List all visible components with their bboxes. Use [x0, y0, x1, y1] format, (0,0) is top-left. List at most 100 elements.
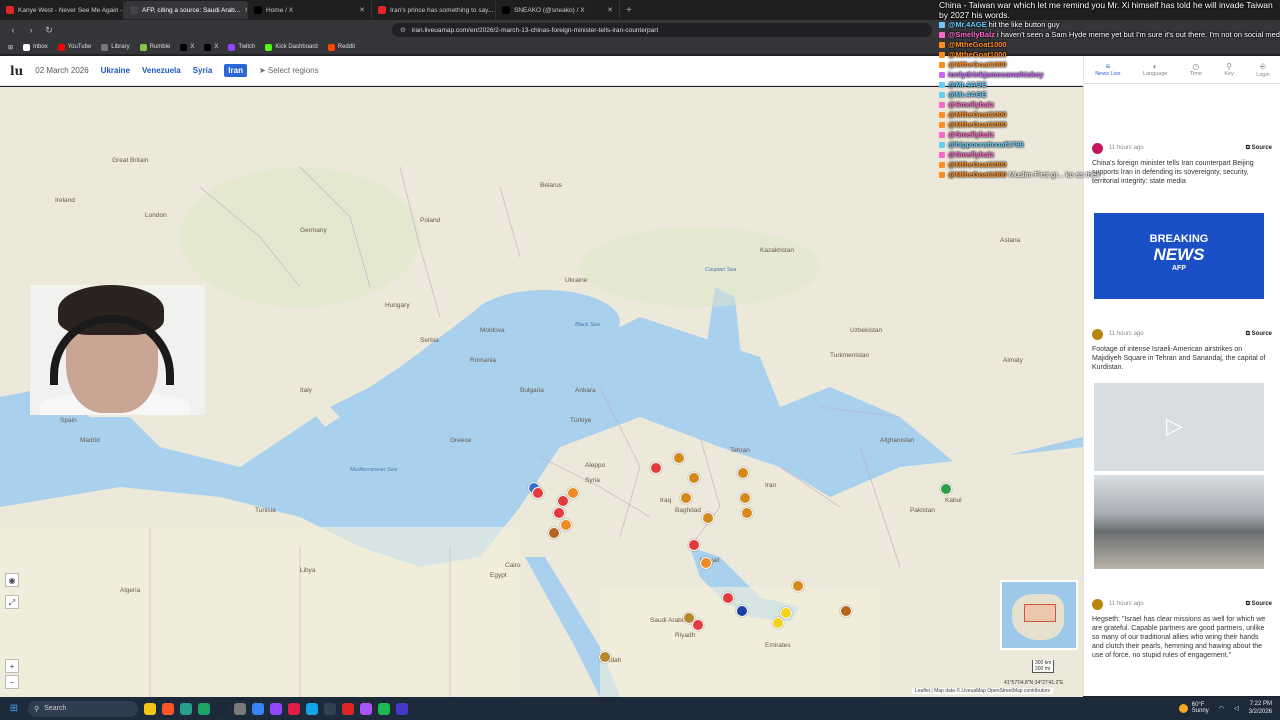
- chat-username[interactable]: @Mr.4AGE: [948, 20, 987, 29]
- event-marker-icon[interactable]: [688, 539, 700, 551]
- site-info-icon[interactable]: ⚙: [400, 26, 406, 34]
- event-marker-icon[interactable]: [567, 487, 579, 499]
- taskbar-search[interactable]: ⚲ Search: [28, 700, 138, 717]
- event-marker-icon[interactable]: [702, 512, 714, 524]
- chat-username[interactable]: @MtheGoat1000: [948, 110, 1007, 119]
- file-explorer-icon[interactable]: [144, 702, 156, 715]
- video-thumbnail[interactable]: ▷: [1094, 383, 1264, 471]
- app-icon[interactable]: [180, 702, 192, 715]
- event-marker-icon[interactable]: [688, 472, 700, 484]
- region-link-ukraine[interactable]: Ukraine: [101, 66, 130, 75]
- chat-username[interactable]: @Smellybalz: [948, 130, 994, 139]
- locate-icon[interactable]: ◉: [5, 573, 19, 587]
- bookmark-item[interactable]: X: [180, 43, 194, 51]
- chat-username[interactable]: @MtheGoat1000: [948, 40, 1007, 49]
- bookmark-item[interactable]: Reddit: [327, 43, 355, 51]
- event-marker-icon[interactable]: [553, 507, 565, 519]
- region-link-venezuela[interactable]: Venezuela: [142, 66, 181, 75]
- event-marker-icon[interactable]: [560, 519, 572, 531]
- bookmark-item[interactable]: YouTube: [57, 43, 91, 51]
- chat-username[interactable]: @MtheGoat1000: [948, 160, 1007, 169]
- play-icon[interactable]: ▷: [1166, 413, 1183, 439]
- bookmark-item[interactable]: X: [204, 43, 218, 51]
- map-view[interactable]: Great BritainIrelandLondonParisFranceSpa…: [0, 87, 1083, 697]
- chat-username[interactable]: @MtheGoat1000: [948, 170, 1007, 179]
- source-link[interactable]: ⧉ Source: [1246, 331, 1272, 338]
- volume-icon[interactable]: ◁: [1234, 705, 1239, 712]
- brave-icon[interactable]: [162, 702, 174, 715]
- event-marker-icon[interactable]: [673, 452, 685, 464]
- forward-icon[interactable]: ›: [26, 25, 36, 35]
- browser-tab[interactable]: Iran's prince has something to say...✕: [372, 1, 496, 19]
- event-marker-icon[interactable]: [741, 507, 753, 519]
- chat-username[interactable]: @SmellyBalz: [948, 30, 995, 39]
- event-marker-icon[interactable]: [940, 483, 952, 495]
- chat-username[interactable]: @Smellybalz: [948, 150, 994, 159]
- close-icon[interactable]: ✕: [607, 6, 613, 14]
- zoom-out-button[interactable]: −: [5, 675, 19, 689]
- date-picker[interactable]: 02 March 2026: [35, 66, 88, 75]
- excel-icon[interactable]: [198, 702, 210, 715]
- settings-icon[interactable]: [234, 702, 246, 715]
- browser-tab[interactable]: SNEAKO (@sneako) / X ✕: [496, 1, 620, 19]
- liveuamap-logo[interactable]: lu: [10, 64, 23, 78]
- event-marker-icon[interactable]: [792, 580, 804, 592]
- browser-tab[interactable]: AFP, citing a source: Saudi Arab...✕: [124, 1, 248, 19]
- select-regions-button[interactable]: ➤ Select regions: [259, 66, 319, 75]
- weather-widget[interactable]: 60°F Sunny: [1178, 702, 1209, 714]
- bookmark-item[interactable]: Twitch: [228, 43, 255, 51]
- chat-username[interactable]: @hippocraticoaf1798: [948, 140, 1024, 149]
- premiere-icon[interactable]: [396, 702, 408, 715]
- event-marker-icon[interactable]: [780, 607, 792, 619]
- reload-icon[interactable]: ↻: [44, 25, 54, 36]
- zoom-in-button[interactable]: +: [5, 659, 19, 673]
- steam-icon[interactable]: [216, 702, 228, 715]
- bookmark-item[interactable]: Library: [101, 43, 130, 51]
- app-icon[interactable]: [252, 702, 264, 715]
- minimap[interactable]: [1000, 580, 1078, 650]
- browser-tab[interactable]: Home / X ✕: [248, 1, 372, 19]
- app-icon[interactable]: [360, 702, 372, 715]
- source-link[interactable]: ⧉ Source: [1246, 601, 1272, 608]
- event-marker-icon[interactable]: [736, 605, 748, 617]
- news-post-2[interactable]: 11 hours ago ⧉ Source Footage of intense…: [1092, 328, 1272, 372]
- event-marker-icon[interactable]: [650, 462, 662, 474]
- app-icon[interactable]: [342, 702, 354, 715]
- fullscreen-icon[interactable]: ⤢: [5, 595, 19, 609]
- smoke-photo[interactable]: [1094, 475, 1264, 569]
- event-marker-icon[interactable]: [840, 605, 852, 617]
- event-marker-icon[interactable]: [737, 467, 749, 479]
- back-icon[interactable]: ‹: [8, 25, 18, 35]
- app-icon[interactable]: [306, 702, 318, 715]
- event-marker-icon[interactable]: [722, 592, 734, 604]
- twitch-icon[interactable]: [270, 702, 282, 715]
- apps-grid-icon[interactable]: ⊞: [8, 44, 13, 51]
- event-marker-icon[interactable]: [692, 619, 704, 631]
- news-post-3[interactable]: 11 hours ago ⧉ Source Hegseth: "Israel h…: [1092, 598, 1272, 660]
- chat-username[interactable]: @MtheGoat1000: [948, 60, 1007, 69]
- clock[interactable]: 7:22 PM 3/2/2026: [1249, 700, 1272, 716]
- wifi-icon[interactable]: ◠: [1219, 705, 1224, 712]
- event-marker-icon[interactable]: [680, 492, 692, 504]
- event-marker-icon[interactable]: [700, 557, 712, 569]
- bookmark-item[interactable]: Rumble: [139, 43, 170, 51]
- windows-start-icon[interactable]: ⊞: [6, 703, 22, 714]
- event-marker-icon[interactable]: [599, 651, 611, 663]
- chat-username[interactable]: @MtheGoat1000: [948, 50, 1007, 59]
- chat-username[interactable]: @Mr.4AGE: [948, 80, 987, 89]
- new-tab-button[interactable]: +: [620, 5, 632, 16]
- region-link-iran[interactable]: Iran: [224, 64, 247, 77]
- event-marker-icon[interactable]: [772, 617, 784, 629]
- event-marker-icon[interactable]: [532, 487, 544, 499]
- event-marker-icon[interactable]: [548, 527, 560, 539]
- chat-username[interactable]: @Smellybalz: [948, 100, 994, 109]
- map-attribution[interactable]: Leaflet | Map data © LiveuaMap OpenStree…: [912, 688, 1054, 694]
- bookmark-item[interactable]: Kick Dashboard: [265, 43, 318, 51]
- close-icon[interactable]: ✕: [359, 6, 365, 14]
- chat-username[interactable]: @Mr.4AGE: [948, 90, 987, 99]
- bookmark-item[interactable]: Inbox: [23, 43, 48, 51]
- app-icon[interactable]: [324, 702, 336, 715]
- chat-username[interactable]: @MtheGoat1000: [948, 120, 1007, 129]
- event-marker-icon[interactable]: [739, 492, 751, 504]
- app-icon[interactable]: [288, 702, 300, 715]
